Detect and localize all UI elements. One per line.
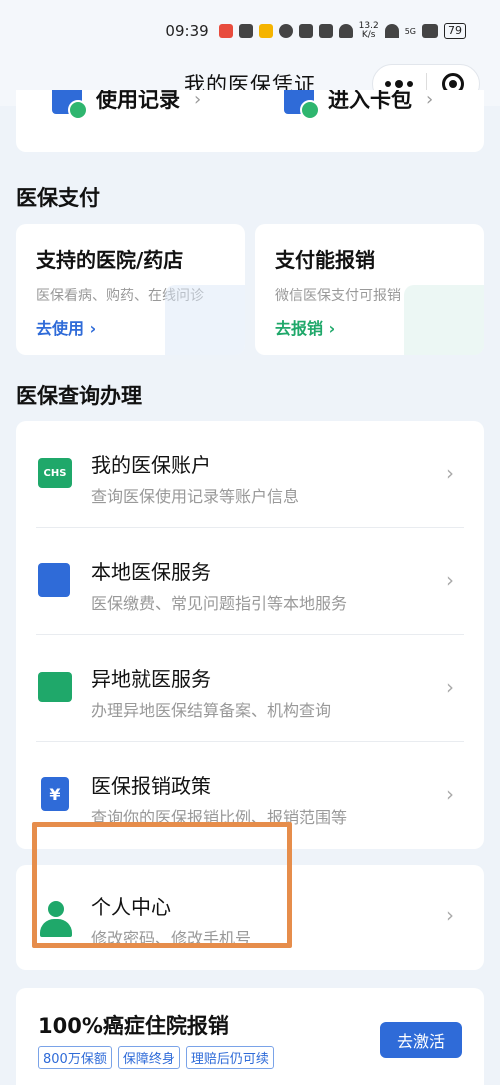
wifi-icon (384, 24, 399, 38)
personal-center-entry[interactable]: 个人中心 修改密码、修改手机号 › (16, 865, 484, 970)
nfc-icon (298, 24, 313, 38)
personal-center-title: 个人中心 (91, 895, 171, 919)
promo-tag: 800万保额 (38, 1046, 112, 1069)
card-wallet-entry[interactable]: 进入卡包 › (284, 90, 434, 120)
status-time: 09:39 (165, 22, 209, 40)
payment-section-title: 医保支付 (16, 186, 100, 210)
supported-hospitals-title: 支持的医院/药店 (36, 248, 184, 272)
app-notification-icon-2 (258, 24, 273, 38)
more-dot-icon (385, 81, 392, 87)
usage-record-icon (52, 90, 88, 120)
person-icon (48, 901, 64, 917)
chevron-right-icon: › (446, 675, 454, 699)
query-services-list: CHS 我的医保账户 查询医保使用记录等账户信息 › 本地医保服务 医保缴费、常… (16, 421, 484, 849)
list-item-title: 异地就医服务 (91, 667, 211, 691)
promo-tag: 理赔后仍可续 (185, 1046, 274, 1069)
status-bar: 09:39 13.2 K/s 5G 79 (0, 0, 500, 62)
headphones-icon (338, 24, 353, 38)
location-icon (278, 24, 293, 38)
supported-hospitals-card[interactable]: 支持的医院/药店 医保看病、购药、在线问诊 去使用 › (16, 224, 245, 355)
shield-card-icon (38, 672, 72, 702)
personal-center-subtitle: 修改密码、修改手机号 (91, 929, 252, 948)
list-item-local-services[interactable]: 本地医保服务 医保缴费、常见问题指引等本地服务 › (16, 528, 484, 635)
chevron-right-icon: › (446, 782, 454, 806)
card-wallet-icon (284, 90, 320, 120)
payment-reimburse-card[interactable]: 支付能报销 微信医保支付可报销 去报销 › (255, 224, 484, 355)
usage-record-entry[interactable]: 使用记录 › (52, 90, 202, 120)
chs-card-icon: CHS (38, 458, 72, 488)
list-item-subtitle: 查询医保使用记录等账户信息 (91, 487, 300, 506)
card-wallet-label: 进入卡包 (328, 90, 412, 112)
list-item-medical-account[interactable]: CHS 我的医保账户 查询医保使用记录等账户信息 › (16, 421, 484, 528)
quick-access-card: 使用记录 › 进入卡包 › (16, 90, 484, 152)
promo-title: 100%癌症住院报销 (38, 1014, 229, 1038)
promo-tag: 保障终身 (117, 1046, 180, 1069)
chevron-right-icon: › (446, 903, 454, 927)
wechat-notification-icon (238, 24, 253, 38)
person-icon-body (40, 919, 72, 937)
query-section-title: 医保查询办理 (16, 384, 142, 408)
app-notification-icon (218, 24, 233, 38)
net-speed: 13.2 K/s (359, 22, 379, 40)
list-item-title: 本地医保服务 (91, 560, 211, 584)
more-dot-icon (395, 80, 404, 88)
chevron-right-icon: › (426, 90, 434, 110)
list-item-subtitle: 办理异地医保结算备案、机构查询 (91, 701, 332, 720)
cellular-signal-icon (422, 24, 438, 38)
yuan-receipt-icon: ¥ (41, 777, 69, 811)
building-icon (38, 563, 70, 597)
hospital-decoration-icon (165, 285, 245, 355)
list-item-subtitle: 查询你的医保报销比例、报销范围等 (91, 808, 348, 827)
payment-reimburse-title: 支付能报销 (275, 248, 375, 272)
signal-label: 5G (404, 26, 416, 36)
chevron-right-icon: › (194, 90, 202, 110)
list-item-title: 我的医保账户 (91, 453, 211, 477)
chevron-right-icon: › (446, 461, 454, 485)
usage-record-label: 使用记录 (96, 90, 180, 112)
more-menu-button[interactable] (373, 80, 426, 88)
vibrate-icon (318, 24, 333, 38)
list-item-reimbursement-policy[interactable]: ¥ 医保报销政策 查询你的医保报销比例、报销范围等 › (16, 742, 484, 849)
list-item-title: 医保报销政策 (91, 774, 211, 798)
battery-indicator: 79 (444, 23, 466, 39)
chevron-right-icon: › (446, 568, 454, 592)
cancer-insurance-promo: 100%癌症住院报销 800万保额 保障终身 理赔后仍可续 去激活 (16, 988, 484, 1085)
list-item-subtitle: 医保缴费、常见问题指引等本地服务 (91, 594, 348, 613)
yuan-decoration-icon (404, 285, 484, 355)
promo-tags: 800万保额 保障终身 理赔后仍可续 (38, 1046, 274, 1069)
activate-button[interactable]: 去激活 (380, 1022, 462, 1058)
list-item-remote-medical[interactable]: 异地就医服务 办理异地医保结算备案、机构查询 › (16, 635, 484, 742)
more-dot-icon (407, 81, 414, 87)
net-speed-unit: K/s (361, 30, 376, 40)
